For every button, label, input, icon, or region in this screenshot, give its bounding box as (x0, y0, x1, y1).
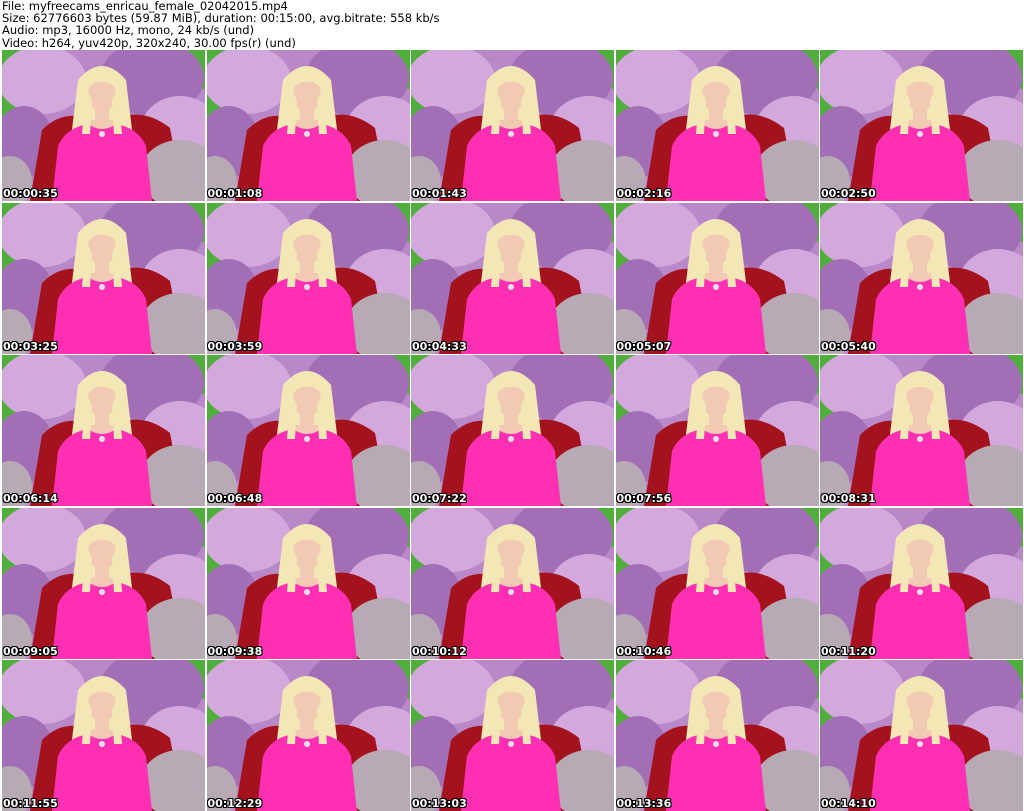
video-frame-icon (820, 50, 1023, 201)
video-frame-icon (2, 355, 205, 506)
timestamp-label: 00:09:38 (207, 644, 263, 658)
thumbnail-20: 00:11:20 (820, 507, 1023, 659)
video-frame-icon (206, 355, 410, 506)
thumbnail-12: 00:06:48 (206, 355, 410, 506)
thumbnail-1: 00:00:35 (2, 50, 205, 201)
thumbnail-21: 00:11:55 (2, 660, 205, 811)
video-frame-icon (615, 355, 819, 506)
video-frame-icon (206, 507, 410, 659)
timestamp-label: 00:03:59 (207, 339, 263, 353)
video-frame-icon (615, 50, 819, 201)
timestamp-label: 00:04:33 (412, 339, 467, 353)
video-frame-icon (2, 50, 205, 201)
video-frame-icon (615, 202, 819, 354)
thumbnail-19: 00:10:46 (615, 507, 819, 659)
timestamp-label: 00:10:46 (616, 644, 672, 658)
timestamp-label: 00:01:08 (207, 187, 263, 200)
video-frame-icon (2, 202, 205, 354)
timestamp-label: 00:03:25 (3, 339, 58, 353)
timestamp-label: 00:07:56 (616, 492, 672, 505)
thumbnail-grid: 00:00:35 00:01:08 00:01:43 00:02:16 00:0… (2, 50, 1023, 811)
timestamp-label: 00:11:55 (3, 797, 58, 810)
thumbnail-3: 00:01:43 (411, 50, 614, 201)
timestamp-label: 00:02:50 (821, 187, 876, 200)
thumbnail-25: 00:14:10 (820, 660, 1023, 811)
timestamp-label: 00:05:40 (821, 339, 876, 353)
thumbnail-17: 00:09:38 (206, 507, 410, 659)
timestamp-label: 00:05:07 (616, 339, 672, 353)
timestamp-label: 00:06:14 (3, 492, 58, 505)
video-frame-icon (206, 660, 410, 811)
timestamp-label: 00:13:03 (412, 797, 467, 810)
thumbnail-7: 00:03:59 (206, 202, 410, 354)
timestamp-label: 00:14:10 (821, 797, 876, 810)
video-info-line: Video: h264, yuv420p, 320x240, 30.00 fps… (2, 35, 296, 50)
audio-info-line: Audio: mp3, 16000 Hz, mono, 24 kb/s (und… (2, 23, 255, 38)
thumbnail-2: 00:01:08 (206, 50, 410, 201)
timestamp-label: 00:10:12 (412, 644, 467, 658)
video-frame-icon (411, 50, 614, 201)
thumbnail-8: 00:04:33 (411, 202, 614, 354)
thumbnail-24: 00:13:36 (615, 660, 819, 811)
thumbnail-4: 00:02:16 (615, 50, 819, 201)
file-info-header: File: myfreecams_enricau_female_02042015… (2, 0, 1022, 50)
video-frame-icon (820, 202, 1023, 354)
thumbnail-10: 00:05:40 (820, 202, 1023, 354)
video-frame-icon (411, 202, 614, 354)
video-frame-icon (615, 660, 819, 811)
thumbnail-11: 00:06:14 (2, 355, 205, 506)
video-frame-icon (820, 355, 1023, 506)
timestamp-label: 00:09:05 (3, 644, 58, 658)
thumbnail-6: 00:03:25 (2, 202, 205, 354)
video-frame-icon (411, 507, 614, 659)
timestamp-label: 00:12:29 (207, 797, 263, 810)
video-frame-icon (411, 660, 614, 811)
timestamp-label: 00:01:43 (412, 187, 467, 200)
thumbnail-16: 00:09:05 (2, 507, 205, 659)
thumbnail-14: 00:07:56 (615, 355, 819, 506)
timestamp-label: 00:06:48 (207, 492, 263, 505)
thumbnail-18: 00:10:12 (411, 507, 614, 659)
timestamp-label: 00:13:36 (616, 797, 672, 810)
timestamp-label: 00:11:20 (821, 644, 876, 658)
thumbnail-13: 00:07:22 (411, 355, 614, 506)
thumbnail-5: 00:02:50 (820, 50, 1023, 201)
video-frame-icon (206, 50, 410, 201)
timestamp-label: 00:00:35 (3, 187, 58, 200)
video-frame-icon (615, 507, 819, 659)
thumbnail-15: 00:08:31 (820, 355, 1023, 506)
video-frame-icon (820, 660, 1023, 811)
video-frame-icon (2, 660, 205, 811)
video-frame-icon (820, 507, 1023, 659)
video-frame-icon (206, 202, 410, 354)
thumbnail-23: 00:13:03 (411, 660, 614, 811)
timestamp-label: 00:02:16 (616, 187, 672, 200)
timestamp-label: 00:08:31 (821, 492, 876, 505)
thumbnail-9: 00:05:07 (615, 202, 819, 354)
video-frame-icon (2, 507, 205, 659)
thumbnail-22: 00:12:29 (206, 660, 410, 811)
video-frame-icon (411, 355, 614, 506)
timestamp-label: 00:07:22 (412, 492, 467, 505)
